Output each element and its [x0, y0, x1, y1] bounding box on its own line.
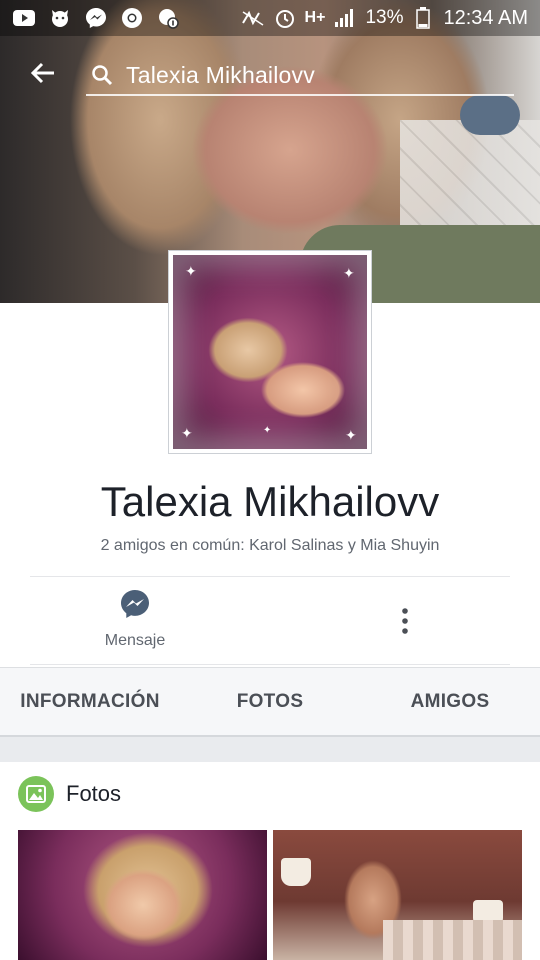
- search-input[interactable]: Talexia Mikhailovv: [126, 62, 315, 89]
- back-arrow-icon: [30, 62, 54, 84]
- profile-picture-image: ✦ ✦ ✦ ✦ ✦: [173, 255, 367, 449]
- top-bar: Talexia Mikhailovv: [0, 48, 540, 98]
- photo-thumbnail[interactable]: [273, 830, 522, 960]
- profile-name: Talexia Mikhailovv: [100, 478, 440, 525]
- divider: [30, 576, 510, 577]
- search-icon: [90, 63, 114, 87]
- sparkle-icon: ✦: [185, 263, 197, 279]
- chrome-icon: [120, 8, 144, 28]
- photo-thumbnail[interactable]: [18, 830, 267, 960]
- tab-informacion[interactable]: INFORMACIÓN: [0, 668, 180, 735]
- messenger-icon: [84, 8, 108, 28]
- cover-shoe-detail: [460, 95, 520, 135]
- youtube-icon: [12, 8, 36, 28]
- clock: 12:34 AM: [443, 6, 528, 29]
- more-vertical-icon: [402, 608, 408, 634]
- network-type: H+: [304, 9, 326, 26]
- profile-picture[interactable]: ✦ ✦ ✦ ✦ ✦: [168, 250, 372, 454]
- photos-section: Fotos: [0, 762, 540, 960]
- alarm-icon: [273, 8, 297, 28]
- message-button[interactable]: Mensaje: [90, 588, 180, 658]
- sparkle-icon: ✦: [343, 265, 355, 281]
- status-bar: H+ 13% 12:34 AM: [0, 0, 540, 36]
- profile-tabs: INFORMACIÓN FOTOS AMIGOS: [0, 667, 540, 737]
- message-label: Mensaje: [104, 632, 166, 649]
- battery-percent: 13%: [365, 7, 404, 28]
- divider: [30, 664, 510, 665]
- back-button[interactable]: [26, 56, 60, 90]
- tab-fotos[interactable]: FOTOS: [180, 668, 360, 735]
- wolf-app-icon: [48, 8, 72, 28]
- sparkle-icon: ✦: [263, 425, 272, 436]
- signal-icon: [333, 8, 357, 28]
- tab-amigos[interactable]: AMIGOS: [360, 668, 540, 735]
- photo-icon: [18, 776, 54, 812]
- photos-title: Fotos: [66, 781, 122, 806]
- notification-icon: [156, 8, 180, 29]
- search-bar[interactable]: Talexia Mikhailovv: [86, 56, 514, 96]
- sparkle-icon: ✦: [345, 427, 357, 443]
- messenger-icon: [121, 590, 149, 618]
- mutual-friends-text[interactable]: 2 amigos en común: Karol Salinas y Mia S…: [0, 537, 540, 555]
- sparkle-icon: ✦: [181, 425, 193, 441]
- photos-header[interactable]: Fotos: [18, 776, 121, 812]
- battery-icon: [411, 7, 435, 29]
- more-options-button[interactable]: [390, 604, 420, 638]
- nfc-icon: [241, 8, 265, 28]
